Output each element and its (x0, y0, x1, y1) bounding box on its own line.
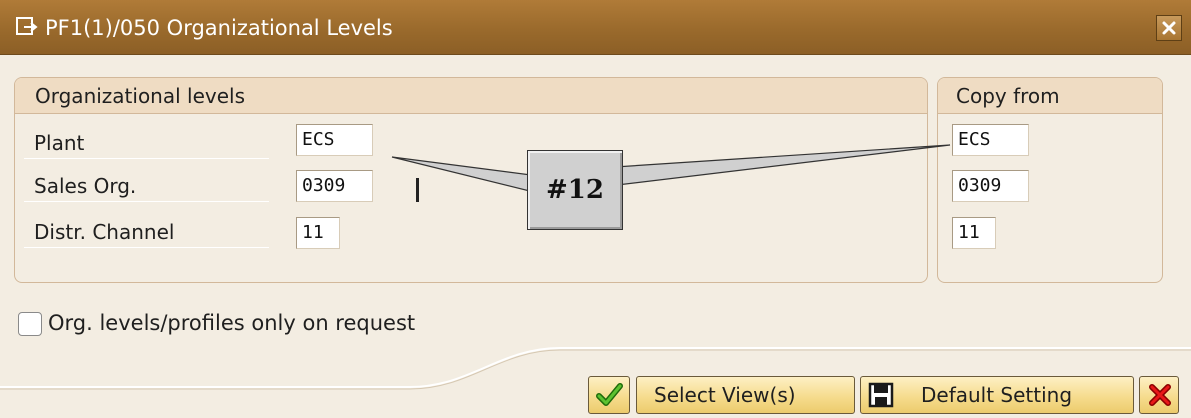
org-levels-header: Organizational levels (15, 78, 927, 114)
dialog-icon (16, 17, 38, 37)
confirm-button[interactable] (588, 376, 630, 414)
cancel-button[interactable] (1139, 376, 1179, 414)
plant-input[interactable]: ECS (296, 124, 373, 156)
save-icon (868, 382, 894, 418)
distr-channel-input[interactable]: 11 (296, 217, 340, 249)
on-request-label: Org. levels/profiles only on request (48, 311, 416, 335)
dialog-window: PF1(1)/050 Organizational Levels Organiz… (0, 0, 1191, 418)
copy-from-plant-input[interactable]: ECS (952, 124, 1029, 156)
select-views-label: Select View(s) (654, 383, 796, 407)
checkmark-icon (596, 382, 623, 418)
callout-label: #12 (527, 150, 623, 230)
sales-org-input[interactable]: 0309 (296, 170, 373, 202)
sales-org-label: Sales Org. (24, 170, 269, 202)
text-cursor (416, 178, 419, 202)
on-request-checkbox[interactable] (18, 312, 42, 336)
cancel-icon (1147, 382, 1173, 418)
select-views-button[interactable]: Select View(s) (636, 376, 855, 414)
copy-from-sales-org-input[interactable]: 0309 (952, 170, 1029, 202)
default-setting-label: Default Setting (921, 383, 1073, 407)
copy-from-header: Copy from (938, 78, 1162, 114)
default-setting-button[interactable]: Default Setting (860, 376, 1134, 414)
distr-channel-label: Distr. Channel (24, 216, 269, 248)
close-button[interactable] (1156, 15, 1182, 41)
org-levels-title: Organizational levels (35, 84, 246, 108)
copy-from-distr-channel-input[interactable]: 11 (952, 217, 996, 249)
plant-label: Plant (24, 127, 269, 159)
close-icon (1157, 21, 1181, 44)
title-bar: PF1(1)/050 Organizational Levels (0, 0, 1191, 55)
copy-from-title: Copy from (956, 84, 1060, 108)
window-title: PF1(1)/050 Organizational Levels (45, 16, 393, 40)
